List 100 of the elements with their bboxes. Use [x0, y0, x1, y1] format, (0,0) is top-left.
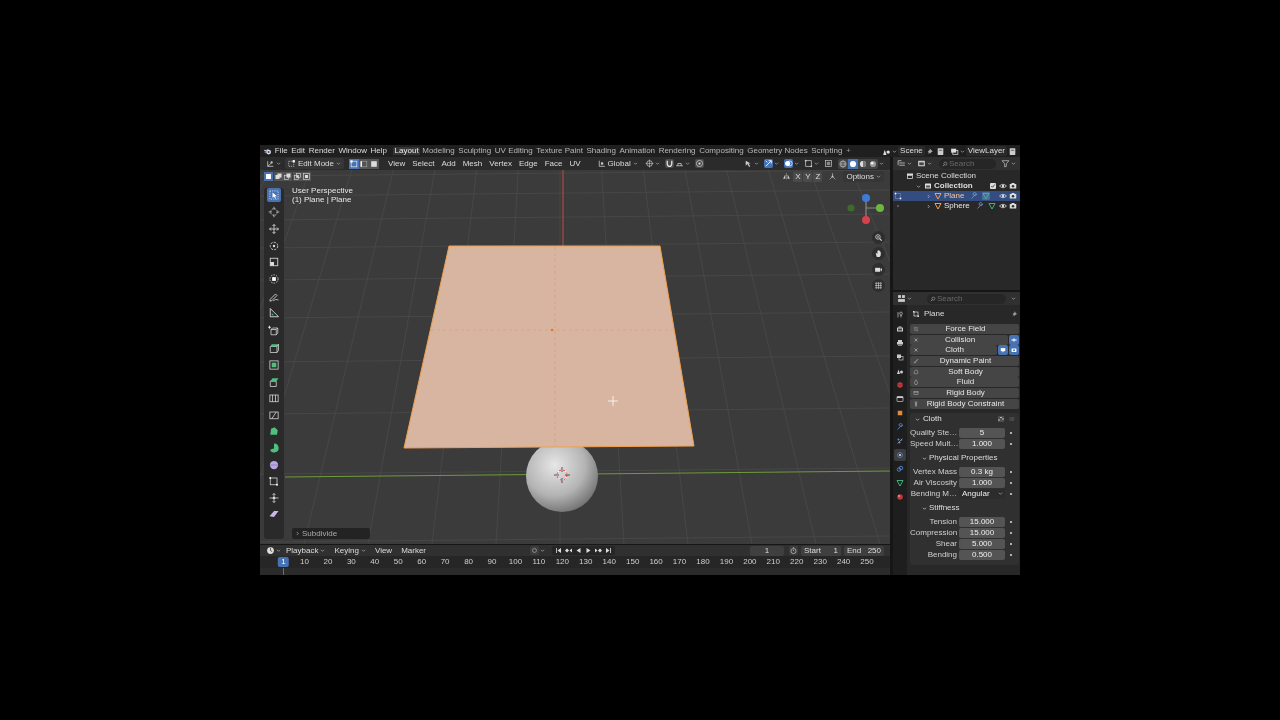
menu-item[interactable]: Keying	[330, 546, 370, 555]
workspace-tab[interactable]: Texture Paint	[534, 147, 585, 155]
menu-item[interactable]: Edit	[289, 147, 307, 155]
frame-ruler[interactable]: 1 10 20 30 40 50 60 70 80 90 100 110 120 130 140 150 160 170 180 190 200 210 220 230 240 250	[260, 556, 890, 568]
proportional-edit-icon[interactable]	[694, 159, 704, 168]
list-icon[interactable]	[897, 159, 906, 168]
start-frame-field[interactable]: Start 1	[801, 545, 841, 556]
tool-settings-icon[interactable]	[894, 309, 906, 321]
menu-item[interactable]: Face	[541, 159, 566, 168]
scene-cursor-icon[interactable]	[553, 466, 571, 484]
mirror-axis-toggle[interactable]: X	[793, 171, 803, 182]
material-sphere-icon[interactable]	[894, 491, 906, 503]
printer-icon[interactable]	[894, 337, 906, 349]
caret-icon[interactable]	[879, 161, 884, 166]
arrow-box-icon[interactable]	[267, 188, 281, 202]
triangle-mesh-icon[interactable]	[894, 477, 906, 489]
stopwatch-icon[interactable]	[789, 546, 798, 555]
face-select-icon[interactable]	[369, 158, 380, 169]
caret-icon[interactable]	[295, 531, 300, 536]
gizmo-arrows-icon[interactable]	[764, 159, 773, 168]
eye-icon[interactable]	[999, 202, 1007, 210]
playhead-line[interactable]	[282, 568, 284, 575]
blender-logo-icon[interactable]	[263, 146, 272, 156]
menu-item[interactable]: UV	[566, 159, 584, 168]
sliders-icon[interactable]	[997, 415, 1005, 424]
number-field[interactable]: 0.3 kg	[959, 466, 1005, 477]
outliner-row[interactable]: Scene Collection	[893, 171, 1020, 181]
camera-icon[interactable]	[872, 263, 885, 276]
shrink-fatten-icon[interactable]	[267, 490, 281, 505]
caret-icon[interactable]	[892, 148, 898, 154]
menu-item[interactable]: View	[385, 159, 409, 168]
previous-keyframe-icon[interactable]	[564, 546, 574, 555]
workspace-tab[interactable]: Modeling	[420, 147, 457, 155]
menu-item[interactable]: Help	[368, 147, 389, 155]
outliner-row[interactable]: Plane	[893, 191, 1020, 201]
caret-icon[interactable]	[774, 161, 779, 166]
square-select-icon[interactable]	[264, 172, 273, 181]
mirror-axis-toggle[interactable]: Z	[813, 171, 823, 182]
caret-icon[interactable]	[276, 548, 281, 553]
add-cube-icon[interactable]	[267, 323, 281, 338]
invert-select-icon[interactable]	[292, 172, 302, 181]
caret-icon[interactable]	[540, 548, 546, 553]
add-workspace-tab[interactable]: +	[844, 147, 853, 155]
caret-icon[interactable]	[907, 296, 912, 301]
filter-icon[interactable]	[1001, 159, 1010, 168]
caret-icon[interactable]	[360, 548, 366, 553]
workspace-tab[interactable]: Rendering	[656, 147, 698, 155]
physics-button[interactable]: Force Field	[910, 324, 1019, 334]
caret-icon[interactable]	[654, 161, 660, 166]
scene-field[interactable]: Scene	[898, 146, 925, 156]
view-layer-field[interactable]: ViewLayer	[965, 146, 1007, 156]
extrude-icon[interactable]	[267, 341, 281, 356]
number-field[interactable]: 5.000	[959, 538, 1005, 549]
rendered-sphere-icon[interactable]	[868, 158, 878, 169]
current-frame-field[interactable]: 1	[750, 545, 784, 556]
camera-icon[interactable]	[1009, 345, 1019, 356]
transform-icon[interactable]	[267, 271, 281, 286]
camera-icon[interactable]	[1009, 192, 1017, 200]
new-page-icon[interactable]	[1008, 146, 1017, 156]
camera-icon[interactable]	[1009, 202, 1017, 210]
layers-icon[interactable]	[949, 146, 959, 156]
menu-item[interactable]: Edge	[515, 159, 541, 168]
workspace-tab[interactable]: Animation	[617, 147, 657, 155]
edit-mode-icon[interactable]	[893, 192, 902, 200]
remove-icon[interactable]	[913, 347, 919, 354]
menu-item[interactable]: Marker	[397, 546, 431, 555]
caret-icon[interactable]	[1011, 296, 1016, 301]
dropdown-field[interactable]: Angular	[959, 488, 1005, 499]
physics-button[interactable]: Cloth	[910, 345, 997, 356]
caret-icon[interactable]	[915, 416, 920, 422]
caret-icon[interactable]	[336, 161, 342, 166]
checkbox-icon[interactable]	[989, 182, 997, 190]
caret-icon[interactable]	[907, 161, 912, 166]
jump-end-icon[interactable]	[604, 546, 614, 555]
end-frame-field[interactable]: End 250	[844, 545, 884, 556]
caret-icon[interactable]	[927, 161, 932, 166]
playhead[interactable]: 1	[278, 557, 289, 567]
physics-button[interactable]: Fluid	[910, 377, 1019, 388]
caret-icon[interactable]	[916, 183, 921, 189]
eye-icon[interactable]	[999, 182, 1007, 190]
chain-link-icon[interactable]	[894, 463, 906, 475]
workspace-tab[interactable]: Compositing	[697, 147, 746, 155]
subtract-select-icon[interactable]	[283, 172, 292, 181]
workspace-tab[interactable]: Shading	[584, 147, 618, 155]
caret-icon[interactable]	[320, 548, 326, 553]
menu-item[interactable]: Render	[306, 147, 337, 155]
menu-item[interactable]: Vertex	[486, 159, 515, 168]
clock-icon[interactable]	[266, 546, 275, 555]
physics-button[interactable]: Rigid Body Constraint	[910, 398, 1019, 409]
editor-type-icon[interactable]	[897, 294, 906, 303]
eye-icon[interactable]	[1009, 334, 1019, 345]
plane-mesh[interactable]	[403, 245, 695, 449]
camera-icon[interactable]	[1009, 182, 1017, 190]
workspace-tab[interactable]: Sculpting	[456, 147, 493, 155]
pin-icon[interactable]	[925, 146, 935, 156]
number-field[interactable]: 1.000	[959, 438, 1005, 449]
menu-item[interactable]: Window	[336, 147, 369, 155]
physics-button[interactable]: Dynamic Paint	[910, 356, 1019, 367]
caret-icon[interactable]	[998, 491, 1003, 497]
caret-icon[interactable]	[876, 174, 881, 179]
